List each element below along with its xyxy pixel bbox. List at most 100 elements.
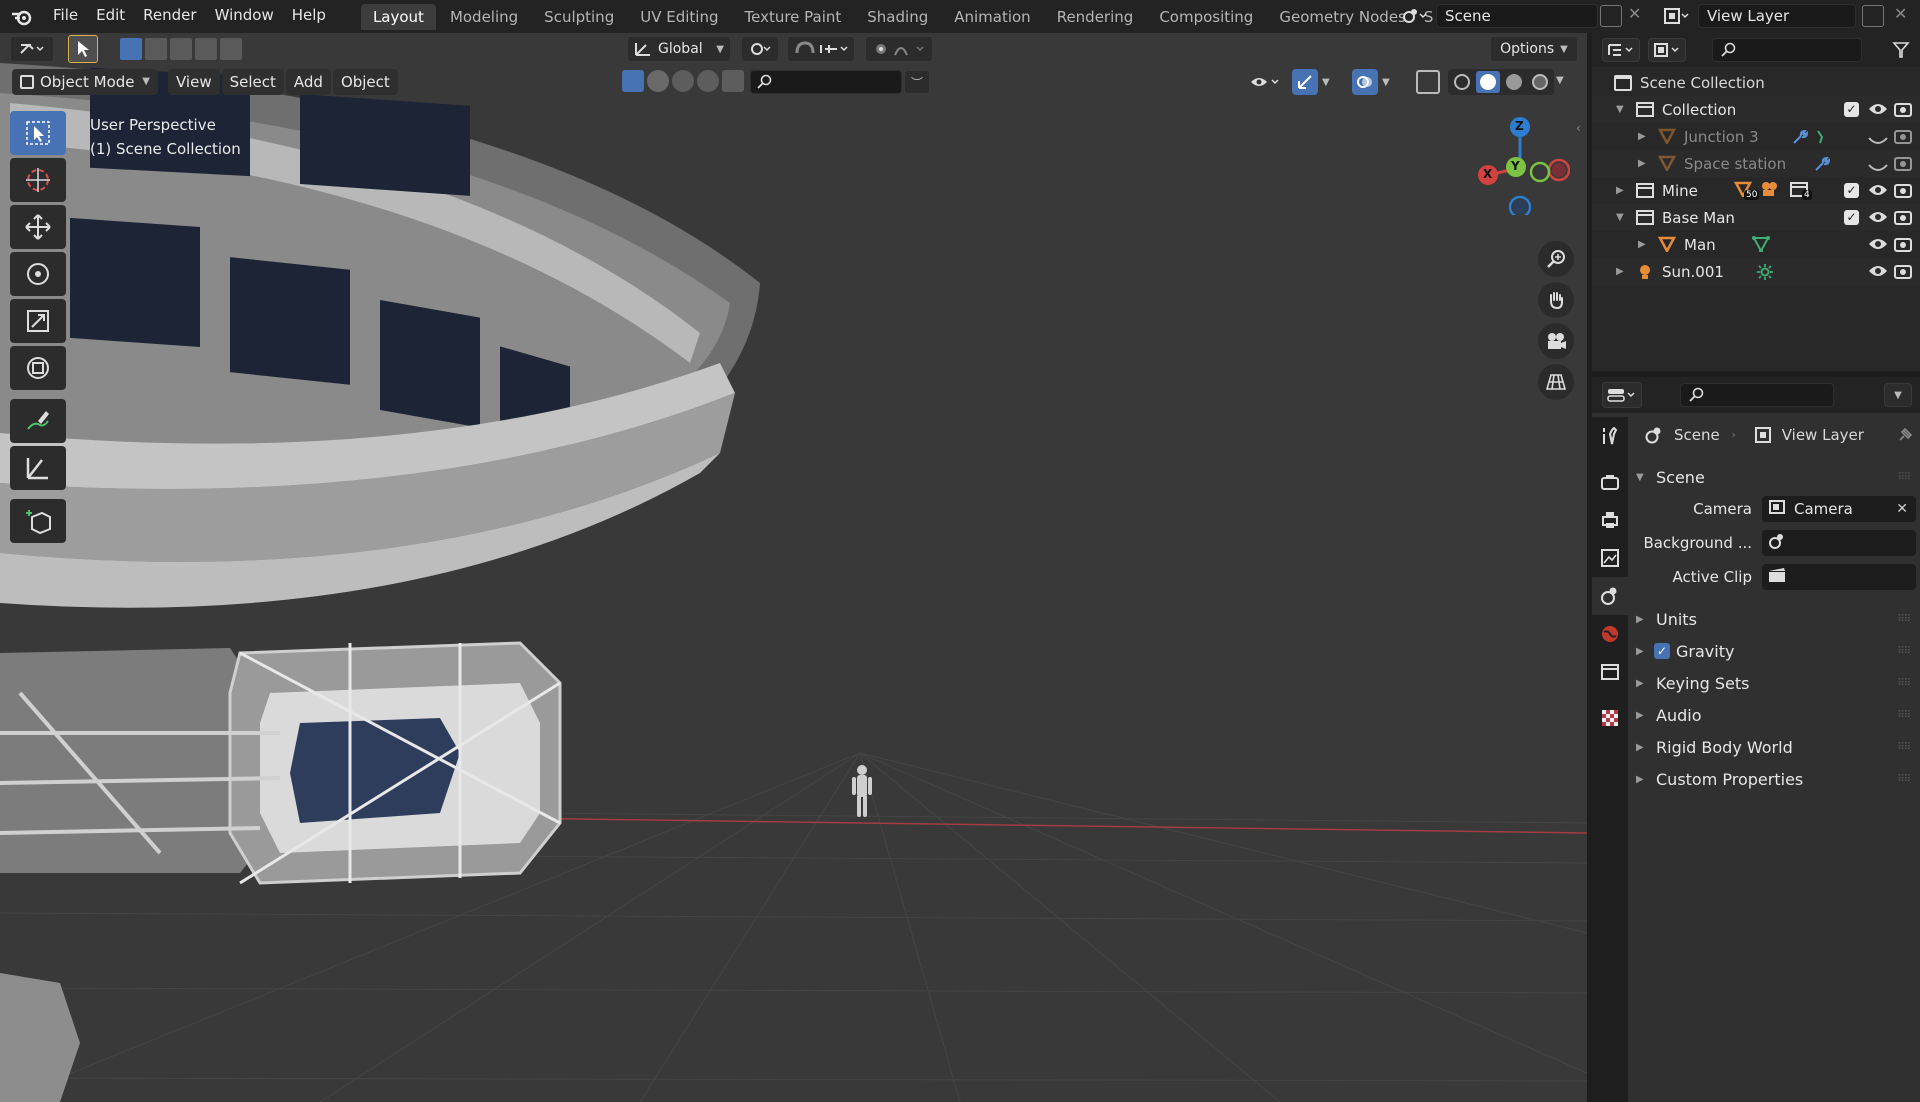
rendered-shading-icon[interactable] [1528, 71, 1552, 93]
eye-closed-icon[interactable] [1868, 132, 1888, 150]
outliner-row-collection[interactable]: ▼ Collection ✓ [1592, 96, 1920, 123]
drag-grip-icon[interactable]: ⠿⠿ [1897, 678, 1911, 689]
menu-object[interactable]: Object [332, 69, 398, 95]
select-intersect-icon[interactable] [220, 38, 242, 60]
clear-field-icon[interactable]: ✕ [1896, 501, 1908, 517]
drag-grip-icon[interactable]: ⠿⠿ [1897, 742, 1911, 753]
select-extend-icon[interactable] [145, 38, 167, 60]
subpanel-gravity[interactable]: ▶ ✓ Gravity ⠿⠿ [1636, 635, 1916, 667]
render-camera-icon[interactable] [1894, 128, 1912, 148]
menu-select[interactable]: Select [221, 69, 284, 95]
camera-view-button[interactable] [1538, 323, 1574, 359]
eye-icon[interactable] [1868, 264, 1888, 282]
tab-output[interactable] [1592, 501, 1628, 539]
3d-viewport[interactable]: Global ▼ Options ▼ Object Mode ▼ View Sel… [0, 33, 1587, 1102]
select-new-icon[interactable] [120, 38, 142, 60]
shading-options-chevron-icon[interactable]: ▼ [1556, 75, 1564, 86]
scene-panel-header[interactable]: ▼ Scene ⠿⠿ [1636, 461, 1916, 493]
drag-grip-icon[interactable]: ⠿⠿ [1897, 614, 1911, 625]
outliner-editor-type-icon[interactable] [1602, 38, 1640, 62]
subpanel-rigid-body-world[interactable]: ▶ Rigid Body World ⠿⠿ [1636, 731, 1916, 763]
camera-field[interactable]: Camera ✕ [1762, 496, 1916, 522]
outliner-row-sun-001[interactable]: ▶ Sun.001 [1592, 258, 1920, 285]
tab-tool[interactable] [1592, 417, 1628, 455]
view-layer-field[interactable]: View Layer [1698, 4, 1856, 28]
gravity-checkbox[interactable]: ✓ [1654, 643, 1670, 659]
subpanel-audio[interactable]: ▶ Audio ⠿⠿ [1636, 699, 1916, 731]
tab-uv-editing[interactable]: UV Editing [628, 4, 730, 30]
filter-mesh-icon[interactable] [622, 70, 644, 92]
scene-name-field[interactable]: Scene [1436, 4, 1598, 28]
tab-view-layer[interactable] [1592, 539, 1628, 577]
vertex-group-icon[interactable] [1814, 129, 1828, 149]
navigation-gizmo[interactable]: Z X Y [1470, 115, 1571, 219]
chevron-down-icon[interactable]: ▼ [1616, 104, 1624, 115]
drag-grip-icon[interactable]: ⠿⠿ [1897, 472, 1911, 483]
render-camera-icon[interactable] [1894, 101, 1912, 121]
snap-toggle-icon[interactable] [787, 36, 855, 62]
outliner-row-scene-collection[interactable]: Scene Collection [1592, 69, 1920, 96]
filter-material-icon[interactable] [647, 70, 669, 92]
options-dropdown[interactable]: Options ▼ [1490, 36, 1578, 62]
eye-closed-icon[interactable] [1868, 159, 1888, 177]
proportional-edit-icon[interactable] [865, 36, 933, 62]
exclude-checkbox[interactable]: ✓ [1844, 102, 1859, 117]
render-camera-icon[interactable] [1894, 182, 1912, 202]
tab-scene[interactable] [1592, 577, 1628, 615]
outliner-search-input[interactable] [1712, 38, 1862, 62]
visibility-dropdown-icon[interactable] [1245, 69, 1285, 95]
chevron-right-icon[interactable]: ▶ [1638, 131, 1646, 142]
tool-scale[interactable] [10, 299, 66, 343]
filter-world-icon[interactable] [697, 70, 719, 92]
menu-add[interactable]: Add [285, 69, 331, 95]
sun-light-data-icon[interactable] [1756, 263, 1774, 285]
tab-texture[interactable] [1592, 699, 1628, 737]
pin-icon[interactable] [1896, 426, 1914, 444]
menu-render[interactable]: Render [134, 0, 205, 33]
material-shading-icon[interactable] [1502, 71, 1526, 93]
eye-icon[interactable] [1868, 102, 1888, 120]
display-mode-icon[interactable] [1648, 38, 1686, 62]
chevron-right-icon[interactable]: ▶ [1638, 158, 1646, 169]
sidebar-toggle-chevron-icon[interactable]: ‹ [1576, 121, 1581, 135]
new-view-layer-icon[interactable] [1862, 5, 1884, 27]
tab-texture-paint[interactable]: Texture Paint [732, 4, 853, 30]
exclude-checkbox[interactable]: ✓ [1844, 210, 1859, 225]
select-invert-icon[interactable] [195, 38, 217, 60]
drag-grip-icon[interactable]: ⠿⠿ [1897, 774, 1911, 785]
background-field[interactable] [1762, 530, 1916, 556]
menu-edit[interactable]: Edit [87, 0, 134, 33]
tab-shading[interactable]: Shading [855, 4, 940, 30]
solid-shading-icon[interactable] [1476, 71, 1500, 93]
eye-icon[interactable] [1868, 183, 1888, 201]
xray-toggle-icon[interactable] [1416, 70, 1440, 94]
menu-window[interactable]: Window [206, 0, 283, 33]
drag-grip-icon[interactable]: ⠿⠿ [1897, 646, 1911, 657]
search-options-icon[interactable]: ︶ [904, 70, 930, 94]
tab-sculpting[interactable]: Sculpting [532, 4, 626, 30]
render-camera-icon[interactable] [1894, 236, 1912, 256]
delete-view-layer-icon[interactable]: ✕ [1894, 4, 1907, 23]
wireframe-shading-icon[interactable] [1450, 71, 1474, 93]
outliner-row-man[interactable]: ▶ Man [1592, 231, 1920, 258]
new-scene-icon[interactable] [1600, 5, 1622, 27]
render-camera-icon[interactable] [1894, 209, 1912, 229]
toggle-perspective-button[interactable] [1538, 364, 1574, 400]
delete-scene-icon[interactable]: ✕ [1628, 4, 1641, 23]
tool-add-cube[interactable] [10, 499, 66, 543]
exclude-checkbox[interactable]: ✓ [1844, 183, 1859, 198]
eye-icon[interactable] [1868, 210, 1888, 228]
scene-type-icon[interactable] [1394, 4, 1434, 28]
tab-layout[interactable]: Layout [360, 3, 436, 30]
subpanel-keying-sets[interactable]: ▶ Keying Sets ⠿⠿ [1636, 667, 1916, 699]
tab-rendering[interactable]: Rendering [1045, 4, 1146, 30]
tool-move[interactable] [10, 205, 66, 249]
tool-rotate[interactable] [10, 252, 66, 296]
overlays-toggle[interactable]: ▼ [1352, 69, 1400, 95]
outliner-row-mine[interactable]: ▶ Mine 50 4 ✓ [1592, 177, 1920, 204]
tab-collection[interactable] [1592, 653, 1628, 691]
tab-modeling[interactable]: Modeling [438, 4, 530, 30]
chevron-right-icon[interactable]: ▶ [1638, 239, 1646, 250]
gizmo-toggle[interactable]: ▼ [1292, 69, 1340, 95]
tab-render[interactable] [1592, 463, 1628, 501]
